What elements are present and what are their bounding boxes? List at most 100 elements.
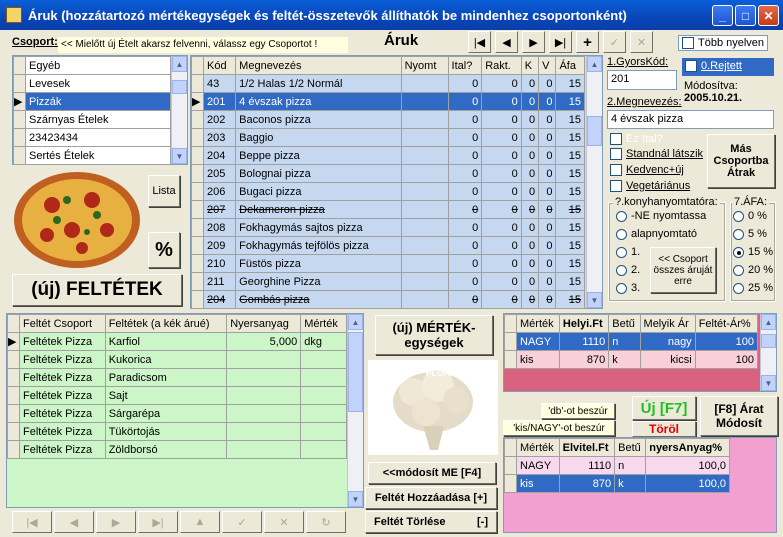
table-row[interactable]: 208 Fokhagymás sajtos pizza 0 0 0 0 15 bbox=[191, 218, 585, 237]
aruk-grid[interactable]: Kód Megnevezés Nyomt Ital? Rakt. K V Áfa 43 1/2 H… bbox=[190, 55, 603, 309]
gyorskod-input[interactable]: 201 bbox=[607, 70, 677, 90]
table-row[interactable]: Feltétek Pizza Sárgarépa bbox=[7, 404, 347, 423]
table-row[interactable]: Feltétek Pizza Sajt bbox=[7, 386, 347, 405]
scroll-down-icon[interactable]: ▼ bbox=[587, 292, 602, 308]
konyha-radio[interactable]: 1. bbox=[616, 246, 640, 258]
column-header[interactable]: V bbox=[538, 56, 557, 75]
elvitel-ar-grid[interactable]: Mérték Elvitel.Ft Betű nyersAnyag% NAGY 1110 n… bbox=[503, 437, 777, 533]
add-record-icon[interactable]: + bbox=[576, 31, 599, 53]
column-header[interactable]: Rakt. bbox=[481, 56, 522, 75]
scroll-thumb[interactable] bbox=[348, 332, 363, 412]
table-row[interactable]: kis 870 k kicsi 100 bbox=[504, 350, 759, 369]
table-row[interactable]: NAGY 1110 n 100,0 bbox=[504, 456, 730, 475]
afa-radio[interactable]: 20 % bbox=[733, 264, 773, 276]
scroll-thumb[interactable] bbox=[587, 116, 602, 146]
modosit-me-button[interactable]: <<módosít ME [F4] bbox=[368, 462, 496, 484]
konyha-radio[interactable]: alapnyomtató bbox=[616, 228, 697, 240]
table-row[interactable]: 210 Füstös pizza 0 0 0 0 15 bbox=[191, 254, 585, 273]
column-header[interactable]: Feltétek (a kék árué) bbox=[104, 314, 228, 333]
scroll-down-icon[interactable]: ▼ bbox=[172, 148, 187, 164]
table-row[interactable]: Feltétek Pizza Kukorica bbox=[7, 350, 347, 369]
maximize-button[interactable]: □ bbox=[735, 5, 756, 26]
column-header[interactable]: Betű bbox=[608, 314, 641, 333]
konyha-radio[interactable]: 2. bbox=[616, 264, 640, 276]
helyi-ar-grid[interactable]: Mérték Helyi.Ft Betű Melyik Ár Feltét-Ár% NAG… bbox=[503, 313, 777, 392]
csoport-osszes-button[interactable]: << Csoport összes áruját erre bbox=[650, 247, 716, 293]
csoport-list[interactable]: Egyéb Levesek ▶ Pizzák Szárnyas Ételek 234234… bbox=[12, 55, 188, 165]
column-header[interactable]: Kód bbox=[202, 56, 237, 75]
csoport-item[interactable]: Levesek bbox=[13, 74, 171, 93]
kedvenc-checkbox[interactable]: Kedvenc+új bbox=[610, 164, 684, 177]
table-row[interactable]: 206 Bugaci pizza 0 0 0 0 15 bbox=[191, 182, 585, 201]
scroll-up-icon[interactable]: ▲ bbox=[587, 56, 602, 72]
column-header[interactable]: Elvitel.Ft bbox=[558, 438, 616, 457]
scroll-down-icon[interactable]: ▼ bbox=[348, 491, 363, 507]
percent-button[interactable]: % bbox=[148, 232, 180, 268]
table-row[interactable]: ▶ Feltétek Pizza Karfiol 5,000 dkg bbox=[7, 332, 347, 351]
column-header[interactable]: Mérték bbox=[516, 438, 560, 457]
uj-mertek-button[interactable]: (új) MÉRTÉK-egységek bbox=[375, 315, 493, 355]
rejtett-checkbox[interactable]: 0.Rejtett bbox=[682, 58, 774, 76]
csoport-item[interactable]: Szárnyas Ételek bbox=[13, 110, 171, 129]
uj-feltetek-button[interactable]: (új) FELTÉTEK bbox=[12, 274, 182, 306]
feltet-hozzaadasa-button[interactable]: Feltét Hozzáadása [+] bbox=[365, 487, 497, 509]
scroll-up-icon[interactable]: ▲ bbox=[172, 56, 187, 72]
f8-arat-modosit-button[interactable]: [F8] Árat Módosít bbox=[700, 396, 778, 436]
feltetek-scrollbar[interactable]: ▲ ▼ bbox=[347, 314, 363, 507]
column-header[interactable]: Ital? bbox=[447, 56, 483, 75]
column-header[interactable]: Nyersanyag bbox=[226, 314, 302, 333]
table-row[interactable]: 211 Georghine Pizza 0 0 0 0 15 bbox=[191, 272, 585, 291]
minimize-button[interactable]: _ bbox=[712, 5, 733, 26]
lista-button[interactable]: Lista bbox=[148, 175, 180, 207]
feltetek-grid[interactable]: Feltét Csoport Feltétek (a kék árué) Nyers… bbox=[6, 313, 364, 508]
table-row[interactable]: 202 Baconos pizza 0 0 0 0 15 bbox=[191, 110, 585, 129]
column-header[interactable]: Mérték bbox=[300, 314, 347, 333]
next-record-icon[interactable]: ▶ bbox=[522, 31, 545, 53]
column-header[interactable]: Megnevezés bbox=[235, 56, 402, 75]
feltet-torlese-button[interactable]: Feltét Törlése [-] bbox=[365, 511, 497, 533]
prev-record-icon[interactable]: ◀ bbox=[495, 31, 518, 53]
tobb-nyelven-checkbox[interactable]: Több nyelven bbox=[678, 35, 769, 51]
column-header[interactable]: K bbox=[520, 56, 540, 75]
helyi-scrollbar[interactable]: ▲ ▼ bbox=[760, 314, 776, 391]
table-row[interactable]: kis 870 k 100,0 bbox=[504, 474, 730, 493]
column-header[interactable]: Helyi.Ft bbox=[558, 314, 610, 333]
scroll-up-icon[interactable]: ▲ bbox=[761, 314, 776, 330]
table-row[interactable]: Feltétek Pizza Tükörtojás bbox=[7, 422, 347, 441]
scroll-down-icon[interactable]: ▼ bbox=[761, 375, 776, 391]
scroll-up-icon[interactable]: ▲ bbox=[348, 314, 363, 330]
column-header[interactable]: Nyomt bbox=[400, 56, 449, 75]
standnal-checkbox[interactable]: Standnál látszik bbox=[610, 148, 703, 161]
scroll-thumb[interactable] bbox=[761, 334, 776, 348]
megnevezes-input[interactable]: 4 évszak pizza bbox=[607, 110, 774, 129]
afa-radio[interactable]: 15 % bbox=[733, 246, 773, 258]
table-row[interactable]: 43 1/2 Halas 1/2 Normál 0 0 0 0 15 bbox=[191, 74, 585, 93]
table-row[interactable]: 209 Fokhagymás tejfölös pizza 0 0 0 0 15 bbox=[191, 236, 585, 255]
afa-radio[interactable]: 0 % bbox=[733, 210, 767, 222]
table-row[interactable]: Feltétek Pizza Zöldborsó bbox=[7, 440, 347, 459]
mas-csoportba-button[interactable]: Más Csoportba Átrak bbox=[707, 134, 775, 188]
column-header[interactable]: Betű bbox=[614, 438, 647, 457]
afa-radio[interactable]: 25 % bbox=[733, 282, 773, 294]
csoport-item[interactable]: 23423434 bbox=[13, 128, 171, 147]
last-record-icon[interactable]: ▶| bbox=[549, 31, 572, 53]
konyha-radio[interactable]: 3. bbox=[616, 282, 640, 294]
kisnagy-beszur-button[interactable]: 'kis/NAGY'-ot beszúr bbox=[503, 420, 615, 436]
column-header[interactable]: Feltét-Ár% bbox=[694, 314, 759, 333]
csoport-item[interactable]: ▶ Pizzák bbox=[13, 92, 171, 111]
konyha-radio[interactable]: -NE nyomtassa bbox=[616, 210, 706, 222]
column-header[interactable]: Mérték bbox=[516, 314, 560, 333]
ez-ital-checkbox[interactable]: Ez Ital? bbox=[610, 133, 663, 146]
afa-radio[interactable]: 5 % bbox=[733, 228, 767, 240]
csoport-scrollbar[interactable]: ▲ ▼ bbox=[171, 56, 187, 164]
column-header[interactable]: Melyik Ár bbox=[639, 314, 696, 333]
table-row[interactable]: 204 Gombás pizza 0 0 0 0 15 bbox=[191, 290, 585, 309]
csoport-item[interactable]: Sertés Ételek bbox=[13, 146, 171, 165]
table-row[interactable]: 207 Dekameron pizza 0 0 0 0 15 bbox=[191, 200, 585, 219]
table-row[interactable]: Feltétek Pizza Paradicsom bbox=[7, 368, 347, 387]
first-record-icon[interactable]: |◀ bbox=[468, 31, 491, 53]
torol-button[interactable]: Töröl bbox=[632, 421, 696, 437]
table-row[interactable]: 205 Bolognai pizza 0 0 0 0 15 bbox=[191, 164, 585, 183]
db-beszur-button[interactable]: 'db'-ot beszúr bbox=[541, 403, 615, 419]
csoport-item[interactable]: Egyéb bbox=[13, 56, 171, 75]
